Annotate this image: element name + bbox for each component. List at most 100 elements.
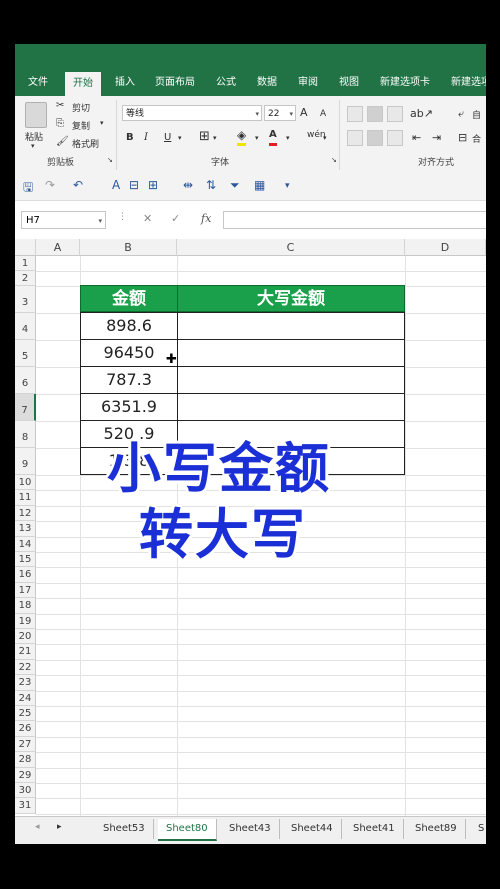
tab-data[interactable]: 数据 [257,74,277,96]
amount-cell[interactable]: 787.3 [80,366,178,394]
row-header-17[interactable]: 17 [15,582,36,599]
align-center-icon[interactable] [367,130,383,146]
row-header-11[interactable]: 11 [15,490,36,506]
header-upper-amount-cell[interactable]: 大写金额 [177,285,405,312]
shrink-font-icon[interactable]: A [320,106,326,122]
copy-button[interactable]: 复制 [72,119,90,132]
sheet-tab-sheet41[interactable]: Sheet41 [345,819,404,839]
align-top-icon[interactable] [347,106,363,122]
row-header-24[interactable]: 24 [15,690,36,706]
scroll-right-icon[interactable]: ▸ [57,822,62,832]
row-header-12[interactable]: 12 [15,505,36,522]
row-header-5[interactable]: 5 [15,340,36,367]
font-color-dropdown-icon[interactable]: ▾ [286,130,290,146]
name-box[interactable]: H7 ▾ [21,211,106,229]
tab-page-layout[interactable]: 页面布局 [155,74,195,96]
row-header-3[interactable]: 3 [15,286,36,313]
row-header-21[interactable]: 21 [15,644,36,660]
column-header-b[interactable]: B [80,239,177,256]
row-header-19[interactable]: 19 [15,613,36,629]
italic-button[interactable]: I [144,130,148,146]
sort-icon[interactable]: ⇅ [206,178,216,192]
phonetic-dropdown-icon[interactable]: ▾ [323,130,327,146]
align-right-icon[interactable] [387,130,403,146]
row-header-30[interactable]: 30 [15,783,36,799]
fill-color-icon[interactable]: ◈ [237,127,247,146]
paste-dropdown-icon[interactable]: ▾ [31,142,35,150]
copy-dropdown-icon[interactable]: ▾ [100,119,104,127]
tab-view[interactable]: 视图 [339,74,359,96]
underline-button[interactable]: U [164,130,171,146]
column-header-a[interactable]: A [36,239,80,256]
tab-review[interactable]: 审阅 [298,74,318,96]
upper-amount-cell[interactable] [177,393,405,421]
increase-indent-icon[interactable]: ⇥ [432,130,441,146]
row-header-22[interactable]: 22 [15,659,36,676]
border-dropdown-icon[interactable]: ▾ [213,130,217,146]
upper-amount-cell[interactable] [177,339,405,367]
amount-cell[interactable]: 898.6 [80,312,178,340]
align-bottom-icon[interactable] [387,106,403,122]
wrap-text-button[interactable]: 自 [472,108,481,121]
row-header-15[interactable]: 15 [15,552,36,568]
sheet-tab-sheet44[interactable]: Sheet44 [283,819,342,839]
sheet-tab-s[interactable]: S [470,819,486,839]
row-header-18[interactable]: 18 [15,598,36,614]
upper-amount-cell[interactable] [177,312,405,340]
column-width-icon[interactable]: ⇹ [183,178,193,192]
tab-insert[interactable]: 插入 [115,74,135,96]
row-header-8[interactable]: 8 [15,421,36,448]
undo-icon[interactable]: ↶ [73,178,83,192]
amount-cell[interactable]: 6351.9 [80,393,178,421]
row-header-13[interactable]: 13 [15,521,36,537]
grow-font-icon[interactable]: A [300,105,308,121]
row-header-29[interactable]: 29 [15,767,36,783]
insert-row-icon[interactable]: ⊟ [129,178,139,192]
merge-button[interactable]: 合 [472,132,481,145]
tab-formulas[interactable]: 公式 [216,74,236,96]
customize-qat-icon[interactable]: ▾ [285,181,290,191]
copy-icon[interactable]: ⎘ [56,116,64,132]
align-left-icon[interactable] [347,130,363,146]
row-header-1[interactable]: 1 [15,256,36,271]
filter-view-icon[interactable]: ⊞ [148,178,158,192]
row-header-27[interactable]: 27 [15,736,36,753]
font-color-icon[interactable]: A [269,127,277,146]
cut-button[interactable]: 剪切 [72,101,90,114]
bold-button[interactable]: B [126,130,134,146]
cut-icon[interactable]: ✂ [56,98,64,114]
row-header-14[interactable]: 14 [15,536,36,552]
insert-function-icon[interactable]: fx [201,212,211,225]
cancel-icon[interactable]: ✕ [143,212,152,225]
column-header-c[interactable]: C [177,239,405,256]
font-size-select[interactable]: 22 ▾ [264,105,296,121]
row-header-25[interactable]: 25 [15,706,36,722]
row-header-26[interactable]: 26 [15,721,36,737]
row-header-20[interactable]: 20 [15,629,36,645]
tab-file[interactable]: 文件 [28,74,48,96]
row-header-10[interactable]: 10 [15,475,36,491]
decrease-indent-icon[interactable]: ⇤ [412,130,421,146]
border-icon[interactable]: ⊞ [199,129,210,145]
header-amount-cell[interactable]: 金额 [80,285,178,312]
row-header-23[interactable]: 23 [15,675,36,691]
row-header-4[interactable]: 4 [15,313,36,340]
amount-cell[interactable]: 96450 [80,339,178,367]
upper-amount-cell[interactable] [177,366,405,394]
tab-home[interactable]: 开始 [65,72,101,96]
row-header-7[interactable]: 7 [15,394,36,421]
row-header-2[interactable]: 2 [15,271,36,286]
format-painter-button[interactable]: 格式刷 [72,137,99,150]
orientation-icon[interactable]: ab↗ [410,106,433,122]
redo-icon[interactable]: ↷ [45,178,55,192]
select-all-corner[interactable] [15,239,36,256]
merge-icon[interactable]: ⊟ [458,130,467,146]
font-name-select[interactable]: 等线 ▾ [122,105,262,121]
enter-icon[interactable]: ✓ [171,212,180,225]
row-header-31[interactable]: 31 [15,798,36,814]
tab-new-2[interactable]: 新建选项卡 [451,74,486,96]
fill-dropdown-icon[interactable]: ▾ [255,130,259,146]
formula-input[interactable] [223,211,486,229]
sheet-tab-sheet53[interactable]: Sheet53 [95,819,154,839]
column-header-d[interactable]: D [405,239,486,256]
